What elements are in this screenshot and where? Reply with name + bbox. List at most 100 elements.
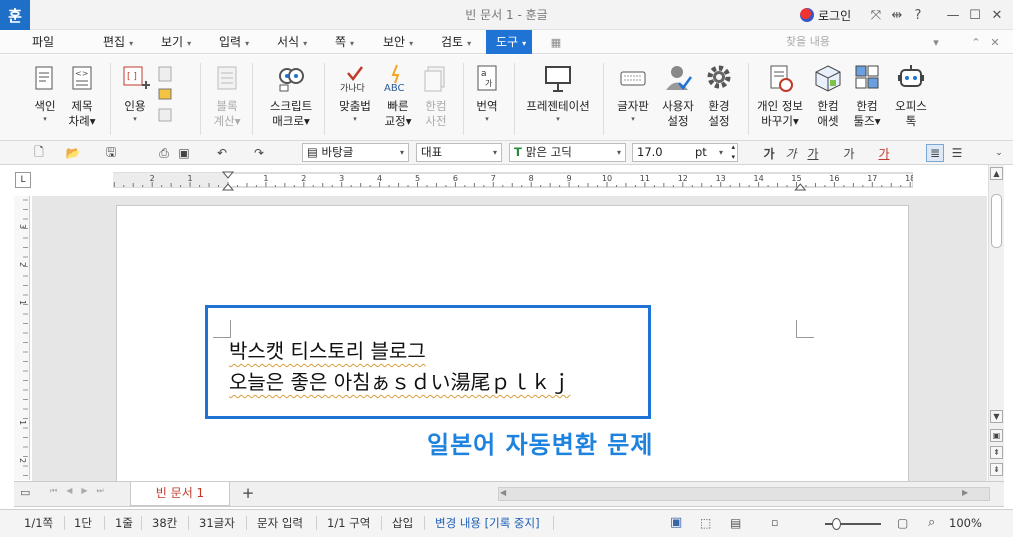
zoom-slider-thumb[interactable] — [832, 518, 842, 530]
horizontal-ruler[interactable]: 2 1 1 2 3 4 5 6 7 8 9 10 11 12 13 14 15 16 17 18 — [113, 170, 913, 192]
preferences-button[interactable]: 환경 설정 — [694, 61, 744, 139]
horizontal-scrollbar[interactable] — [498, 487, 990, 501]
hancom-tools-icon — [852, 63, 882, 93]
collapse-ribbon-icon[interactable]: ⌃ — [968, 34, 984, 50]
font-size-input[interactable]: 17.0 pt ▾ ▴ ▾ — [632, 143, 738, 162]
office-talk-button[interactable]: 오피스 톡 — [886, 61, 936, 139]
status-track-changes[interactable]: 변경 내용 [기록 중지] — [435, 510, 540, 536]
hancom-tools-button[interactable]: 한컴 툴즈▾ — [842, 61, 892, 139]
margin-corner-right — [796, 320, 814, 338]
ribbon-separator — [252, 63, 253, 135]
multi-page-icon[interactable]: ▤ — [730, 510, 741, 536]
translate-button[interactable]: a가 번역 ▾ — [462, 61, 512, 139]
redo-icon[interactable]: ↷ — [250, 144, 268, 162]
scroll-up-icon[interactable]: ▲ — [990, 167, 1003, 180]
page-view-icon[interactable]: ▣ — [990, 429, 1003, 442]
zoom-search-icon[interactable]: ⌕ — [928, 510, 935, 536]
doc-tab[interactable]: 빈 문서 1 — [130, 482, 230, 506]
scroll-right-icon[interactable]: ▶ — [962, 488, 968, 497]
next-page-icon[interactable]: ⇟ — [990, 463, 1003, 476]
underline-button[interactable]: 가 — [804, 144, 822, 162]
find-dropdown-icon[interactable]: ▾ — [928, 34, 944, 50]
print-icon[interactable]: ⎙ — [155, 144, 173, 162]
bold-button[interactable]: 가 — [760, 144, 778, 162]
status-insert[interactable]: 삽입 — [392, 510, 413, 536]
privacy-button[interactable]: 개인 정보 바꾸기▾ — [752, 61, 808, 139]
script-macro-icon — [276, 63, 306, 93]
svg-text:a: a — [481, 69, 487, 79]
full-page-icon[interactable]: ⬚ — [700, 510, 711, 536]
menu-format[interactable]: 서식 ▾ — [277, 30, 307, 54]
app-logo[interactable]: 훈 — [0, 0, 30, 30]
language-select[interactable]: 대표 ▾ — [416, 143, 502, 162]
zoom-in-icon[interactable]: ▢ — [897, 510, 908, 536]
font-select[interactable]: T 맑은 고딕 ▾ — [509, 143, 626, 162]
status-line[interactable]: 1줄 — [115, 510, 133, 536]
fullscreen-icon[interactable]: ⤧ — [868, 7, 884, 23]
strikethrough-button[interactable]: 가 — [840, 144, 858, 162]
vertical-ruler[interactable]: 3 2 1 1 2 — [14, 196, 30, 480]
menu-security[interactable]: 보안 ▾ — [383, 30, 413, 54]
ruler-number: 2 — [18, 262, 27, 267]
add-tab-button[interactable]: + — [238, 484, 258, 502]
status-chars[interactable]: 31글자 — [199, 510, 235, 536]
ruler-number: 3 — [18, 224, 27, 229]
zoom-out-icon[interactable]: ▫ — [771, 510, 778, 536]
status-column[interactable]: 38칸 — [152, 510, 177, 536]
preview-icon[interactable]: ▣ — [175, 144, 193, 162]
status-area[interactable]: 1/1 구역 — [327, 510, 370, 536]
zoom-level[interactable]: 100% — [949, 510, 982, 536]
font-color-button[interactable]: 가 — [875, 144, 893, 162]
menu-page[interactable]: 쪽 ▾ — [335, 30, 354, 54]
undo-icon[interactable]: ↶ — [213, 144, 231, 162]
help-icon[interactable]: ? — [910, 7, 926, 23]
split-view-icon[interactable]: ⇹ — [889, 7, 905, 23]
tab-nav-icons[interactable]: ⏮◀▶⏭ — [50, 486, 113, 496]
status-section[interactable]: 1단 — [74, 510, 92, 536]
menu-edit[interactable]: 편집 ▾ — [103, 30, 133, 54]
dictionary-button[interactable]: 한컴 사전 — [411, 61, 461, 139]
block-calc-button[interactable]: 블록 계산▾ — [202, 61, 252, 139]
menu-review[interactable]: 검토 ▾ — [441, 30, 471, 54]
menu-insert[interactable]: 입력 ▾ — [219, 30, 249, 54]
align-justify-icon[interactable]: ≣ — [926, 144, 944, 162]
script-macro-button[interactable]: 스크립트 매크로▾ — [264, 61, 318, 139]
save-icon[interactable]: 🖫 — [102, 144, 120, 162]
minimize-icon[interactable]: — — [945, 7, 961, 23]
tab-list-icon[interactable]: ▭ — [20, 486, 36, 502]
ruler-tab-button[interactable]: L — [15, 172, 31, 188]
scroll-thumb[interactable] — [991, 194, 1002, 248]
page-layout-icon[interactable]: ▣ — [670, 510, 682, 536]
status-mode[interactable]: 문자 입력 — [257, 510, 303, 536]
login-button[interactable]: 로그인 — [800, 7, 851, 23]
citation-button[interactable]: [ ] 인용 ▾ — [110, 61, 160, 139]
style-select[interactable]: ▤ 바탕글 ▾ — [302, 143, 409, 162]
find-input[interactable]: 찾을 내용 — [784, 34, 924, 50]
keyboard-icon — [618, 63, 648, 93]
menu-file[interactable]: 파일 — [32, 30, 54, 54]
scroll-left-icon[interactable]: ◀ — [500, 488, 506, 497]
align-left-icon[interactable]: ☰ — [948, 144, 966, 162]
presentation-button[interactable]: 프레젠테이션 ▾ — [520, 61, 596, 139]
prev-page-icon[interactable]: ⇞ — [990, 446, 1003, 459]
close-icon[interactable]: ✕ — [989, 7, 1005, 23]
scroll-down-icon[interactable]: ▼ — [990, 410, 1003, 423]
maximize-icon[interactable]: ☐ — [967, 7, 983, 23]
svg-text:ABC: ABC — [384, 83, 405, 93]
close-doc-icon[interactable]: ✕ — [987, 34, 1003, 50]
italic-button[interactable]: 가 — [782, 144, 800, 162]
toolbar-more-icon[interactable]: ⌄ — [990, 144, 1008, 162]
menu-tools[interactable]: 도구 ▾ — [486, 30, 533, 54]
status-page[interactable]: 1/1쪽 — [24, 510, 53, 536]
font-size-stepper[interactable]: ▴ ▾ — [731, 144, 735, 161]
ruler-number: 13 — [716, 174, 726, 183]
ribbon-pin-icon[interactable]: ▦ — [548, 34, 564, 50]
menu-view[interactable]: 보기 ▾ — [161, 30, 191, 54]
svg-text:가: 가 — [485, 79, 493, 88]
new-document-icon[interactable]: 🗋 — [30, 144, 48, 162]
ruler-number: 12 — [678, 174, 688, 183]
toc-button[interactable]: <> 제목 차례▾ — [57, 61, 107, 139]
menu-bar: 파일 편집 ▾ 보기 ▾ 입력 ▾ 서식 ▾ 쪽 ▾ 보안 ▾ 검토 ▾ 도구 ▾ ▦ 찾을 내… — [0, 30, 1013, 54]
open-folder-icon[interactable]: 📂 — [64, 144, 82, 162]
keyboard-button[interactable]: 글자판 ▾ — [608, 61, 658, 139]
